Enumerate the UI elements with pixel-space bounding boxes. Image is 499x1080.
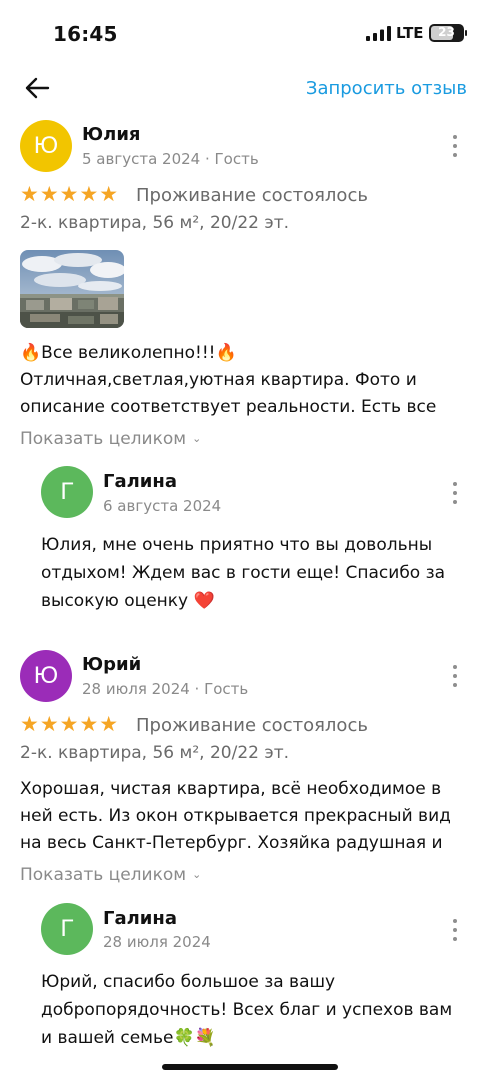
review-meta: 28 июля 2024 · Гость bbox=[82, 680, 249, 698]
avatar-letter: Ю bbox=[33, 662, 59, 689]
reply-text-line: и вашей семье🍀💐 bbox=[41, 1028, 216, 1048]
reply-text-line: добропорядочность! Всех благ и успехов в… bbox=[41, 1000, 453, 1020]
review-text-line: 🔥Все великолепно!!!🔥 bbox=[20, 343, 237, 363]
chevron-down-icon: ⌄ bbox=[192, 868, 202, 881]
reply-author[interactable]: Галина bbox=[103, 471, 177, 492]
status-time: 16:45 bbox=[53, 22, 118, 46]
more-options-icon[interactable] bbox=[447, 135, 463, 157]
avatar[interactable]: Г bbox=[41, 466, 93, 518]
show-full-button[interactable]: Показать целиком ⌄ bbox=[20, 865, 201, 885]
review-text-line: на весь Санкт-Петербург. Хозяйка радушна… bbox=[20, 833, 443, 853]
review-author[interactable]: Юлия bbox=[82, 124, 140, 145]
review-text-line: описание соответствует реальности. Есть … bbox=[20, 397, 437, 417]
battery-icon: 23 bbox=[429, 24, 464, 42]
avatar-letter: Ю bbox=[33, 132, 59, 159]
apartment-info: 2-к. квартира, 56 м², 20/22 эт. bbox=[20, 743, 290, 763]
review-text-line: Хорошая, чистая квартира, всё необходимо… bbox=[20, 779, 442, 799]
home-indicator[interactable] bbox=[162, 1064, 338, 1070]
avatar[interactable]: Ю bbox=[20, 120, 72, 172]
rating-stars: ★★★★★ bbox=[20, 182, 120, 206]
request-review-button[interactable]: Запросить отзыв bbox=[306, 78, 467, 99]
review-text-line: Отличная,светлая,уютная квартира. Фото и bbox=[20, 370, 417, 390]
reply-text-line: Юлия, мне очень приятно что вы довольны bbox=[41, 535, 433, 555]
show-full-label: Показать целиком bbox=[20, 865, 187, 885]
city-view-image bbox=[20, 250, 124, 328]
more-options-icon[interactable] bbox=[447, 919, 463, 941]
network-type: LTE bbox=[396, 24, 424, 42]
show-full-button[interactable]: Показать целиком ⌄ bbox=[20, 429, 201, 449]
review-text-line: ней есть. Из окон открывается прекрасный… bbox=[20, 806, 451, 826]
reply-text-line: Юрий, спасибо большое за вашу bbox=[41, 972, 336, 992]
avatar-letter: Г bbox=[60, 915, 74, 942]
review-author[interactable]: Юрий bbox=[82, 654, 141, 675]
reply-text-line: высокую оценку ❤️ bbox=[41, 591, 215, 611]
chevron-down-icon: ⌄ bbox=[192, 432, 202, 445]
reply-date: 28 июля 2024 bbox=[103, 933, 211, 951]
cellular-signal-icon bbox=[366, 26, 391, 41]
stay-status: Проживание состоялось bbox=[136, 715, 368, 736]
avatar[interactable]: Г bbox=[41, 903, 93, 955]
more-options-icon[interactable] bbox=[447, 665, 463, 687]
reply-author[interactable]: Галина bbox=[103, 908, 177, 929]
battery-level: 23 bbox=[438, 25, 455, 39]
arrow-left-icon[interactable] bbox=[24, 77, 50, 99]
battery-cap bbox=[465, 30, 467, 36]
reply-text-line: отдыхом! Ждем вас в гости еще! Спасибо з… bbox=[41, 563, 446, 583]
show-full-label: Показать целиком bbox=[20, 429, 187, 449]
review-meta: 5 августа 2024 · Гость bbox=[82, 150, 259, 168]
rating-stars: ★★★★★ bbox=[20, 712, 120, 736]
apartment-info: 2-к. квартира, 56 м², 20/22 эт. bbox=[20, 213, 290, 233]
review-photo[interactable] bbox=[20, 250, 124, 328]
more-options-icon[interactable] bbox=[447, 482, 463, 504]
reply-date: 6 августа 2024 bbox=[103, 497, 222, 515]
avatar-letter: Г bbox=[60, 478, 74, 505]
avatar[interactable]: Ю bbox=[20, 650, 72, 702]
stay-status: Проживание состоялось bbox=[136, 185, 368, 206]
